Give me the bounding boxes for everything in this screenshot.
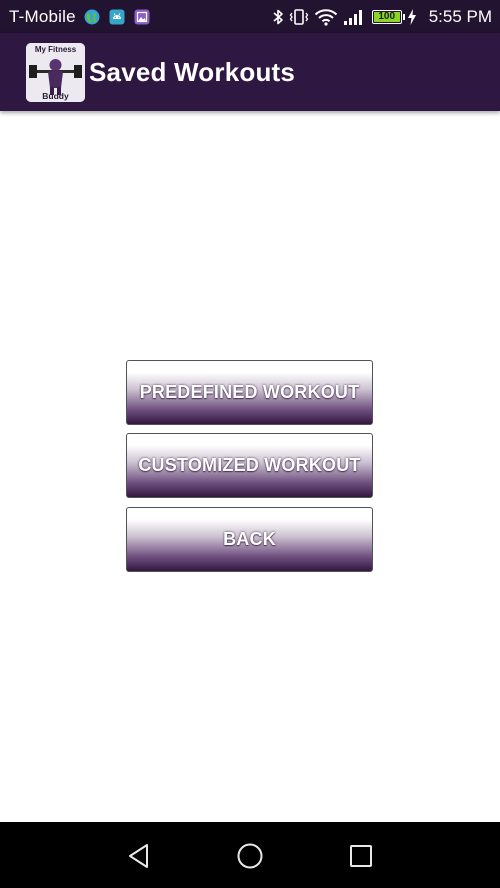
- image-icon: [134, 9, 150, 25]
- carrier-label: T-Mobile: [9, 6, 76, 26]
- app-logo: My Fitness Buddy: [26, 42, 85, 102]
- app-bar: My Fitness Buddy Saved Workouts: [0, 33, 500, 111]
- vibrate-icon: [289, 8, 308, 25]
- charging-icon: [407, 8, 416, 25]
- customized-workout-button[interactable]: CUSTOMIZED WORKOUT: [126, 433, 373, 498]
- bluetooth-icon: [273, 9, 283, 24]
- wifi-icon: [314, 8, 337, 26]
- battery-level: 100: [378, 10, 396, 22]
- back-button[interactable]: BACK: [126, 507, 373, 572]
- android-icon: [109, 9, 125, 25]
- clock: 5:55 PM: [428, 6, 492, 26]
- nav-recents-button[interactable]: [344, 839, 378, 873]
- logo-text-bottom: Buddy: [42, 91, 69, 101]
- page-title: Saved Workouts: [89, 56, 296, 87]
- battery-icon: 100: [371, 9, 405, 24]
- status-bar: T-Mobile 100 5:55 PM: [0, 0, 500, 33]
- nav-home-button[interactable]: [233, 839, 267, 873]
- predefined-workout-button[interactable]: PREDEFINED WORKOUT: [126, 360, 373, 425]
- navigation-bar: [0, 822, 500, 888]
- cell-signal-icon: [343, 9, 362, 25]
- home-icon: [237, 843, 263, 869]
- status-icons: 100 5:55 PM: [267, 7, 492, 27]
- recents-icon: [350, 845, 372, 867]
- globe-icon: [84, 9, 100, 25]
- logo-text-top: My Fitness: [35, 45, 77, 54]
- nav-back-button[interactable]: [122, 839, 156, 873]
- screen: T-Mobile 100 5:55 PM My Fitness Buddy Sa…: [0, 0, 500, 888]
- back-icon: [129, 844, 148, 868]
